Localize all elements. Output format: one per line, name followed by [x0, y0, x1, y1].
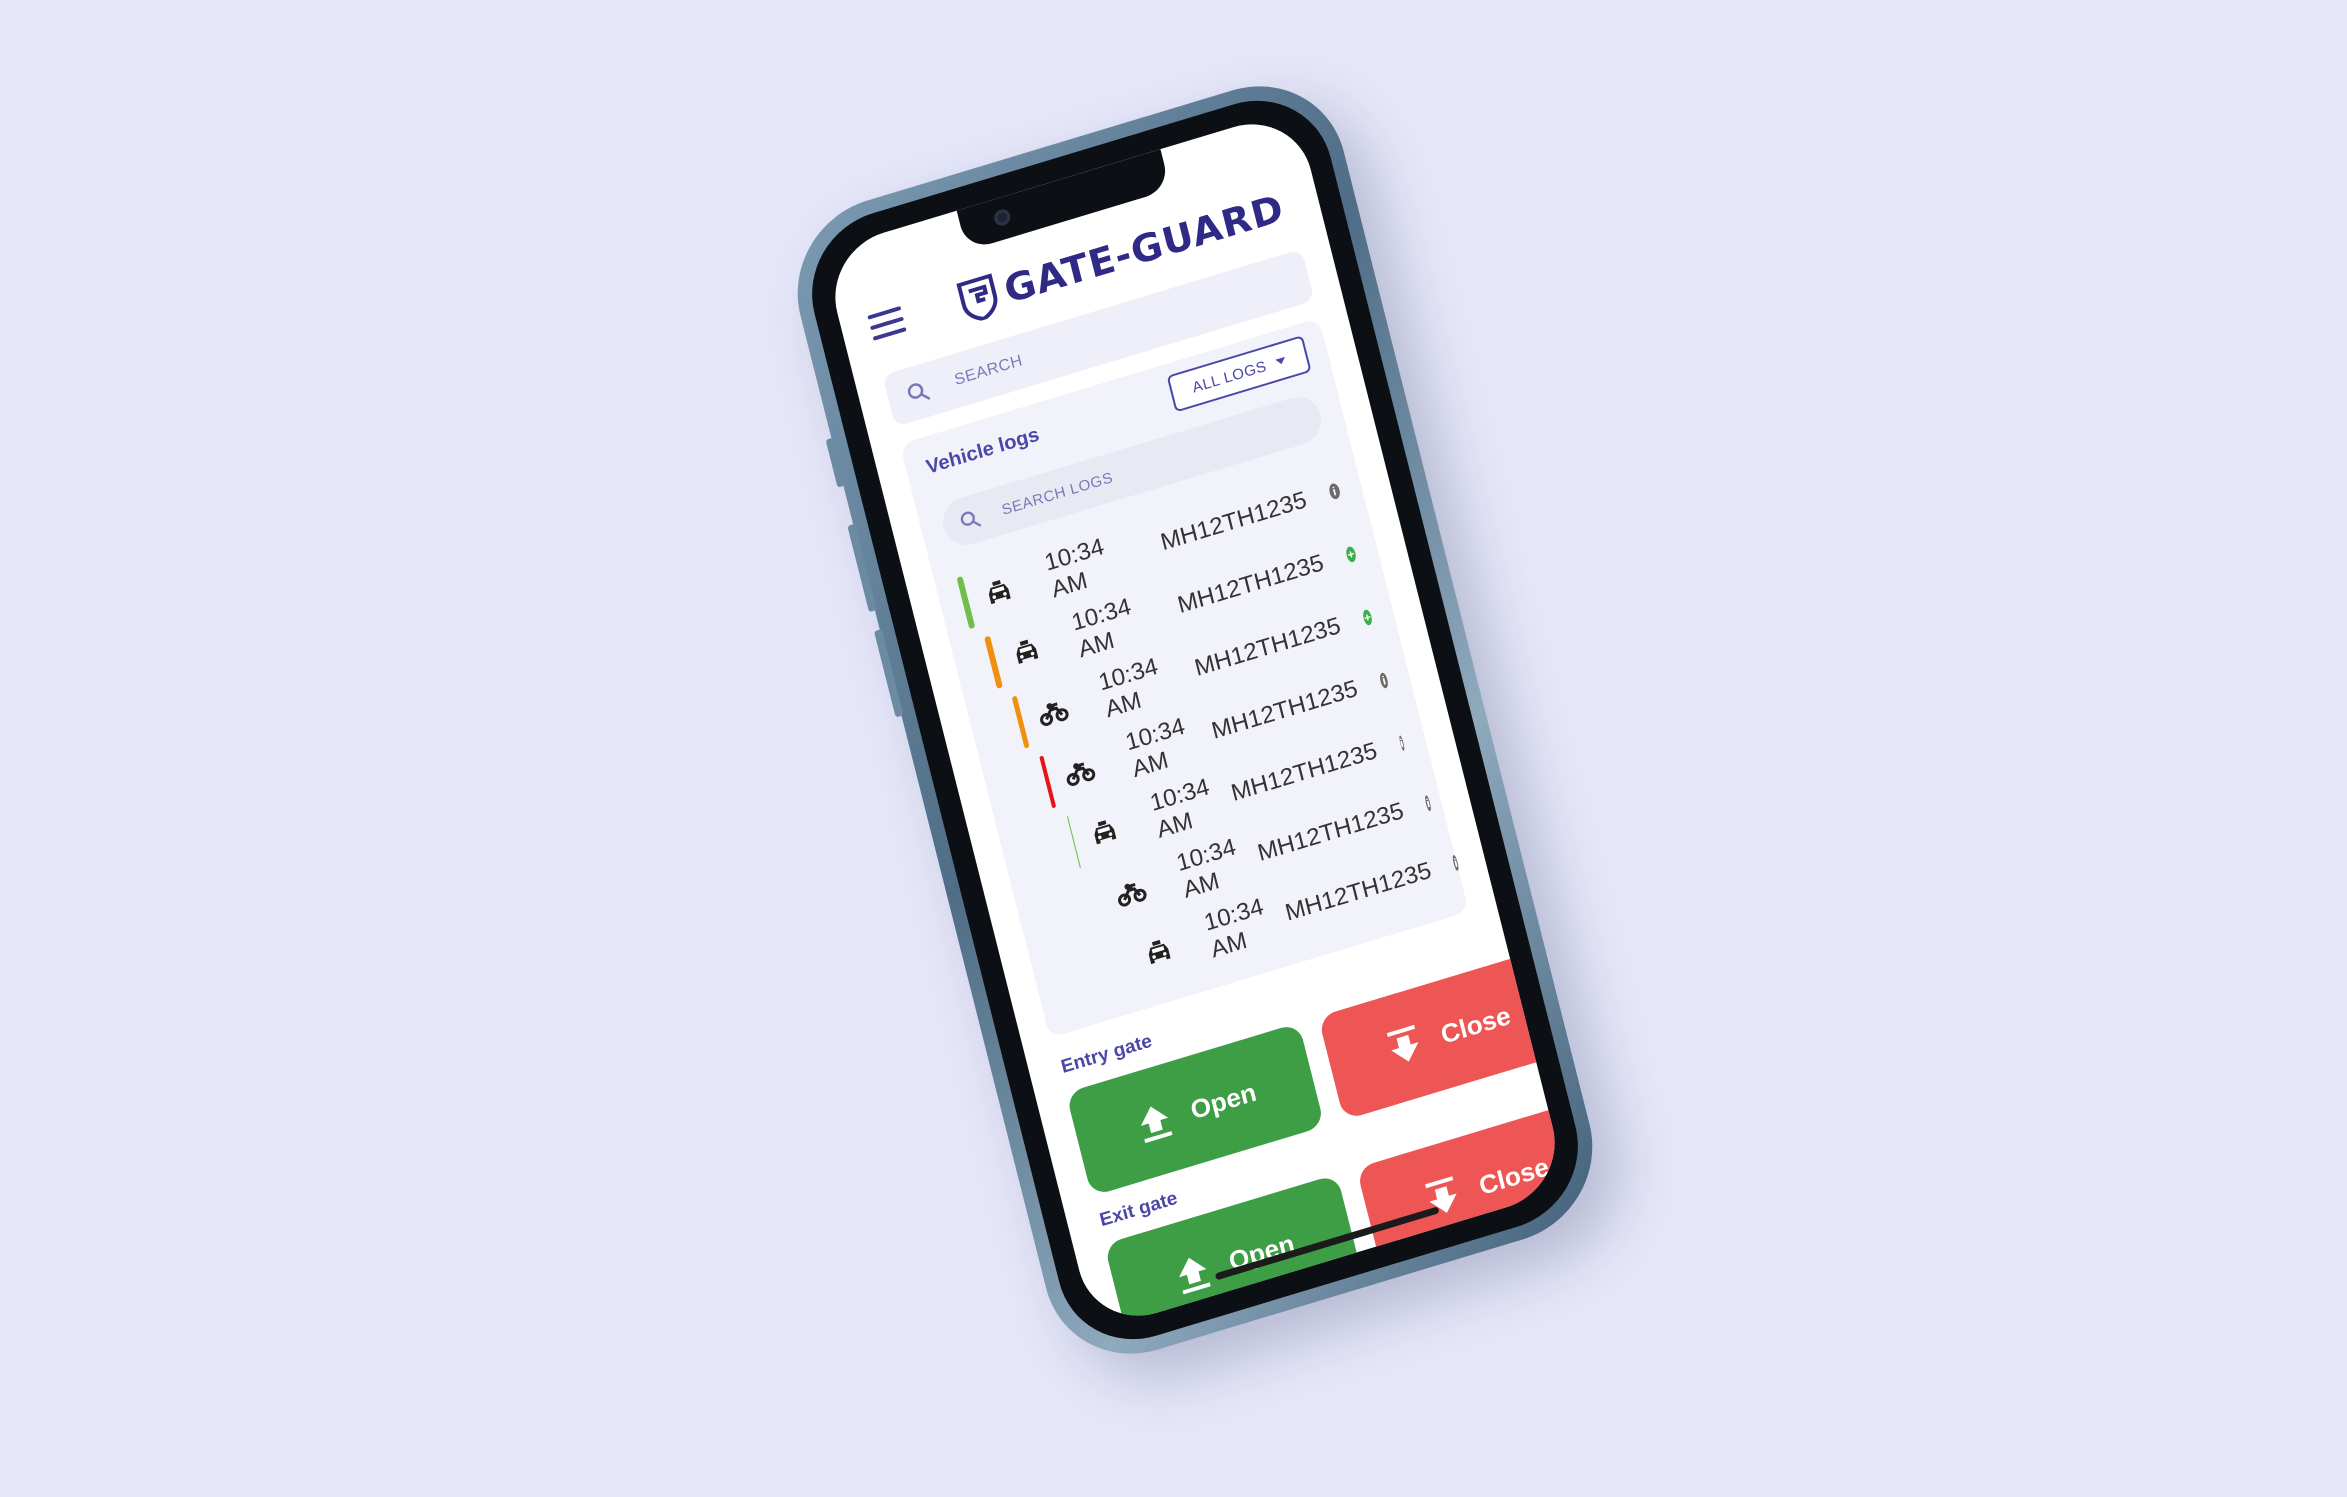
log-filter-label: ALL LOGS — [1190, 357, 1269, 396]
log-status-indicator — [1011, 695, 1030, 749]
arrow-up-icon — [1178, 1257, 1211, 1295]
exit-gate-close-label: Close — [1475, 1150, 1552, 1201]
motorcycle-icon — [1035, 694, 1071, 732]
log-status-indicator — [1122, 935, 1136, 988]
info-icon[interactable]: i — [1378, 671, 1390, 690]
hamburger-menu-icon[interactable] — [867, 305, 907, 341]
info-icon[interactable]: i — [1398, 735, 1406, 752]
log-status-indicator — [1094, 876, 1108, 928]
caret-down-icon — [1275, 356, 1287, 366]
info-icon[interactable]: i — [1424, 795, 1432, 812]
search-icon — [960, 511, 982, 527]
motorcycle-icon — [1062, 753, 1098, 791]
log-time: 10:34 AM — [1147, 773, 1213, 844]
entry-gate-close-label: Close — [1437, 999, 1514, 1050]
car-icon — [1141, 934, 1177, 972]
car-icon — [981, 574, 1017, 612]
car-icon — [1086, 814, 1122, 852]
arrow-down-icon — [1386, 1025, 1419, 1062]
car-icon — [1008, 634, 1044, 672]
log-status-indicator — [1066, 816, 1082, 869]
search-placeholder: SEARCH — [952, 352, 1025, 389]
screen: GATE-GUARD SEARCH Vehicle logs ALL LOGS — [821, 108, 1569, 1332]
vehicle-logs-card: Vehicle logs ALL LOGS SEARCH LOGS 10:34 … — [899, 317, 1469, 1038]
log-status-indicator — [984, 635, 1003, 690]
search-icon — [907, 383, 931, 400]
entry-gate-close-button[interactable]: Close — [1318, 946, 1569, 1121]
add-icon[interactable]: + — [1361, 608, 1374, 627]
motorcycle-icon — [1113, 874, 1149, 912]
add-icon[interactable]: + — [1344, 545, 1358, 564]
stage: GATE-GUARD SEARCH Vehicle logs ALL LOGS — [0, 0, 2347, 1497]
search-logs-placeholder: SEARCH LOGS — [1000, 468, 1115, 519]
phone: GATE-GUARD SEARCH Vehicle logs ALL LOGS — [778, 63, 1612, 1377]
arrow-up-icon — [1140, 1106, 1173, 1144]
log-time: 10:34 AM — [1201, 893, 1267, 964]
shield-logo-icon — [956, 273, 998, 321]
log-status-indicator — [1039, 755, 1057, 809]
vehicle-logs-title: Vehicle logs — [924, 423, 1042, 479]
info-icon[interactable]: i — [1327, 482, 1342, 501]
camera-icon — [992, 207, 1012, 228]
log-list: 10:34 AM MH12TH1235 i 10:34 AM MH12TH1235 +10… — [955, 458, 1460, 1014]
entry-gate-open-label: Open — [1187, 1076, 1260, 1125]
log-time: 10:34 AM — [1173, 833, 1239, 904]
log-status-indicator — [956, 575, 976, 630]
info-icon[interactable]: i — [1452, 854, 1460, 872]
